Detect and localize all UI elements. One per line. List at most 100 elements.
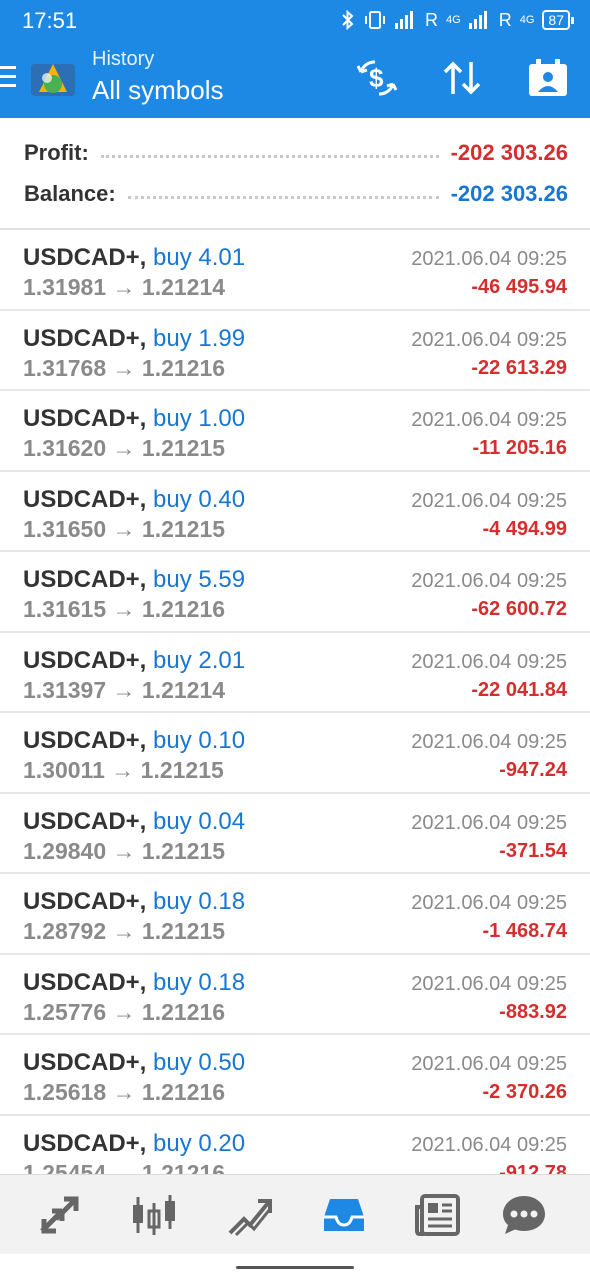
news-icon[interactable] (414, 1193, 462, 1237)
trade-profit: -2 370.26 (482, 1081, 567, 1103)
network-1-label: R (425, 9, 439, 30)
trade-symbol-name: USDCAD+, (23, 727, 147, 754)
trade-prices: 1.31650 → 1.21215 (23, 515, 226, 542)
sort-icon[interactable] (440, 58, 484, 98)
trade-row[interactable]: USDCAD+, buy 0.18 1.25776 → 1.21216 2021… (0, 955, 590, 1035)
network-2-label: R (498, 9, 512, 30)
trade-time: 2021.06.04 09:25 (411, 328, 567, 351)
status-bar: 17:51 R 4G R 4G 87 (0, 0, 590, 40)
profit-value: -202 303.26 (450, 140, 568, 165)
trade-profit: -947.24 (499, 759, 567, 781)
trade-symbol: USDCAD+, buy 0.50 (23, 1049, 245, 1077)
trade-time: 2021.06.04 09:25 (411, 1133, 567, 1156)
quotes-icon[interactable] (36, 1193, 84, 1237)
trade-row[interactable]: USDCAD+, buy 0.18 1.28792 → 1.21215 2021… (0, 874, 590, 955)
trade-time: 2021.06.04 09:25 (411, 409, 567, 431)
home-indicator[interactable] (236, 1266, 354, 1269)
trade-row[interactable]: USDCAD+, buy 1.99 1.31768 → 1.21216 2021… (0, 311, 590, 391)
chart-candles-icon[interactable] (130, 1193, 178, 1237)
trade-icon[interactable] (226, 1193, 274, 1237)
trade-side-volume: buy 0.40 (153, 485, 246, 513)
trade-row[interactable]: USDCAD+, buy 0.04 1.29840 → 1.21215 2021… (0, 794, 590, 874)
trade-profit: -22 041.84 (471, 678, 567, 701)
trade-symbol: USDCAD+, buy 4.01 (23, 244, 245, 272)
trade-history-list[interactable]: USDCAD+, buy 4.01 1.31981 → 1.21214 2021… (0, 228, 590, 1174)
trade-prices: 1.31981 → 1.21214 (23, 274, 226, 300)
status-icons: R 4G R 4G 87 (341, 8, 574, 32)
trade-symbol-name: USDCAD+, (23, 888, 147, 915)
trade-side-volume: buy 5.59 (153, 566, 246, 593)
trade-symbol-name: USDCAD+, (23, 1129, 147, 1157)
trade-prices: 1.28792 → 1.21215 (23, 918, 226, 944)
trade-time: 2021.06.04 09:25 (411, 489, 567, 512)
trade-time: 2021.06.04 09:25 (411, 248, 567, 270)
app-header: 17:51 R 4G R 4G 87 History All symbols $ (0, 0, 590, 118)
trade-row[interactable]: USDCAD+, buy 0.50 1.25618 → 1.21216 2021… (0, 1035, 590, 1116)
trade-symbol-name: USDCAD+, (23, 566, 147, 593)
trade-side-volume: buy 0.20 (153, 1129, 246, 1157)
trade-time: 2021.06.04 09:25 (411, 1053, 567, 1075)
trade-symbol: USDCAD+, buy 0.18 (23, 969, 245, 997)
trade-side-volume: buy 1.99 (153, 324, 246, 352)
trade-row[interactable]: USDCAD+, buy 2.01 1.31397 → 1.21214 2021… (0, 633, 590, 713)
trade-time: 2021.06.04 09:25 (411, 892, 567, 914)
network-1-type: 4G (446, 14, 461, 26)
vibrate-icon (365, 11, 386, 29)
signal-icon-2 (468, 11, 491, 29)
trade-prices: 1.31615 → 1.21216 (23, 596, 226, 622)
divider-dots (100, 154, 439, 158)
messages-icon[interactable] (500, 1193, 548, 1237)
trade-symbol: USDCAD+, buy 1.00 (23, 405, 245, 433)
header-title[interactable]: All symbols (92, 75, 223, 106)
trade-row[interactable]: USDCAD+, buy 5.59 1.31615 → 1.21216 2021… (0, 552, 590, 633)
balance-value: -202 303.26 (450, 181, 568, 206)
trade-row[interactable]: USDCAD+, buy 0.40 1.31650 → 1.21215 2021… (0, 472, 590, 552)
trade-symbol: USDCAD+, buy 0.18 (23, 888, 245, 916)
trade-time: 2021.06.04 09:25 (411, 811, 567, 834)
history-inbox-icon[interactable] (320, 1193, 368, 1237)
trade-symbol-name: USDCAD+, (23, 485, 147, 513)
trade-prices: 1.30011 → 1.21215 (23, 757, 224, 783)
bluetooth-icon (342, 10, 354, 30)
trade-profit: -1 468.74 (482, 920, 567, 942)
trade-symbol-name: USDCAD+, (23, 244, 147, 271)
trade-profit: -46 495.94 (471, 276, 567, 298)
trade-side-volume: buy 4.01 (153, 244, 246, 271)
trade-prices: 1.29840 → 1.21215 (23, 837, 226, 864)
trade-row[interactable]: USDCAD+, buy 4.01 1.31981 → 1.21214 2021… (0, 230, 590, 311)
profit-row: Profit: -202 303.26 (24, 135, 568, 171)
trade-side-volume: buy 0.18 (153, 968, 246, 996)
calendar-period-icon[interactable] (526, 58, 570, 98)
trade-symbol-name: USDCAD+, (23, 324, 147, 352)
trade-profit: -883.92 (499, 1000, 567, 1023)
battery-icon: 87 (542, 10, 574, 30)
history-summary: Profit: -202 303.26 Balance: -202 303.26 (0, 118, 590, 228)
balance-label: Balance: (24, 181, 116, 206)
battery-level: 87 (548, 12, 564, 28)
trade-symbol: USDCAD+, buy 2.01 (23, 647, 245, 675)
trade-side-volume: buy 0.04 (153, 807, 246, 835)
currency-exchange-icon[interactable]: $ (355, 58, 399, 98)
trade-profit: -11 205.16 (472, 437, 567, 459)
trade-side-volume: buy 0.10 (153, 727, 246, 754)
trade-symbol: USDCAD+, buy 0.20 (23, 1130, 245, 1158)
balance-row: Balance: -202 303.26 (24, 176, 568, 212)
trade-symbol-name: USDCAD+, (23, 1049, 147, 1076)
header-subtitle: History (92, 48, 155, 70)
bottom-navigation (0, 1174, 590, 1254)
trade-time: 2021.06.04 09:25 (411, 731, 567, 753)
trade-prices: 1.25454 → 1.21216 (23, 1159, 226, 1175)
trade-prices: 1.31620 → 1.21215 (23, 435, 226, 461)
profit-label: Profit: (24, 140, 89, 165)
trade-profit: -4 494.99 (482, 517, 567, 540)
trade-row[interactable]: USDCAD+, buy 0.20 1.25454 → 1.21216 2021… (0, 1116, 590, 1175)
trade-symbol: USDCAD+, buy 5.59 (23, 566, 245, 594)
trade-symbol-name: USDCAD+, (23, 968, 147, 996)
trade-time: 2021.06.04 09:25 (411, 570, 567, 592)
trade-time: 2021.06.04 09:25 (411, 650, 567, 673)
menu-button[interactable] (0, 66, 18, 92)
network-2-type: 4G (519, 14, 535, 26)
trade-row[interactable]: USDCAD+, buy 1.00 1.31620 → 1.21215 2021… (0, 391, 590, 472)
trade-row[interactable]: USDCAD+, buy 0.10 1.30011 → 1.21215 2021… (0, 713, 590, 794)
app-logo (31, 64, 75, 96)
